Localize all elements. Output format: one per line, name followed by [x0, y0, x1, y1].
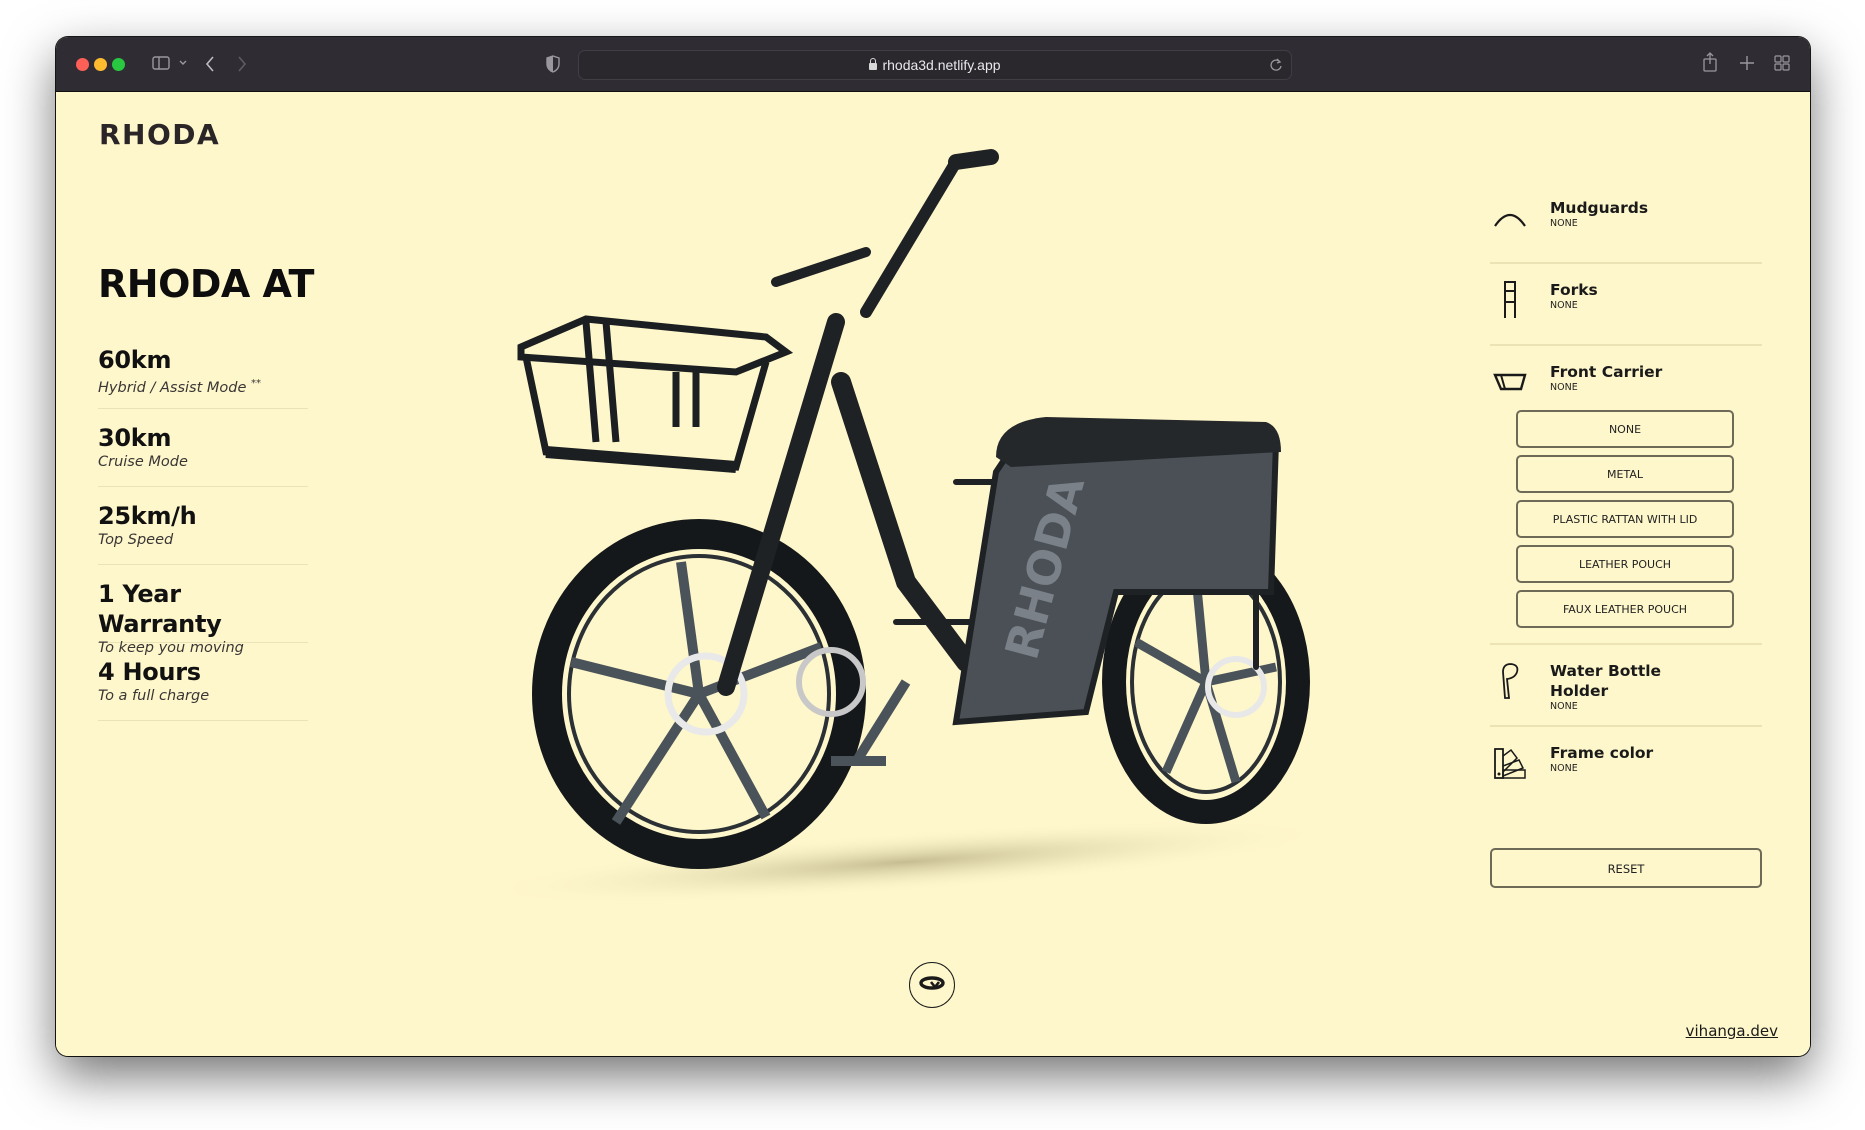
choice-none-button[interactable]: NONE: [1516, 410, 1734, 448]
carrier-choices: NONE METAL PLASTIC RATTAN WITH LID LEATH…: [1490, 402, 1762, 635]
zoom-window-button[interactable]: [112, 58, 125, 71]
bottle-holder-icon: [1492, 661, 1528, 701]
options-panel: Mudguards NONE Forks NONE Front Carrier …: [1490, 182, 1762, 807]
chevron-down-icon[interactable]: [178, 56, 188, 73]
option-value: NONE: [1550, 701, 1578, 712]
option-mudguards[interactable]: Mudguards NONE: [1490, 182, 1762, 264]
back-icon[interactable]: [204, 55, 216, 76]
choice-metal-button[interactable]: METAL: [1516, 455, 1734, 493]
browser-window: rhoda3d.netlify.app RHODA RHODA AT 60km …: [56, 37, 1810, 1056]
front-basket: [517, 315, 794, 473]
choice-plastic-rattan-button[interactable]: PLASTIC RATTAN WITH LID: [1516, 500, 1734, 538]
site-logo[interactable]: RHODA: [99, 118, 220, 151]
share-icon[interactable]: [1702, 51, 1718, 76]
new-tab-icon[interactable]: [1739, 55, 1755, 74]
option-water-bottle-holder[interactable]: Water Bottle Holder NONE: [1490, 645, 1762, 727]
option-name: Mudguards: [1550, 199, 1649, 217]
url-text: rhoda3d.netlify.app: [882, 57, 1001, 73]
model-title: RHODA AT: [98, 262, 314, 306]
lock-icon: [869, 58, 878, 70]
spec-value: 1 Year Warranty: [98, 580, 222, 638]
option-value: NONE: [1550, 300, 1578, 311]
option-name: Frame color: [1550, 744, 1654, 762]
option-frame-color[interactable]: Frame color NONE: [1490, 727, 1762, 807]
spec-label: To keep you moving: [98, 640, 244, 656]
spec-label: Hybrid / Assist Mode **: [98, 378, 262, 396]
spec-value: 25km/h: [98, 502, 197, 530]
reset-button[interactable]: RESET: [1490, 848, 1762, 888]
choice-faux-leather-pouch-button[interactable]: FAUX LEATHER POUCH: [1516, 590, 1734, 628]
spec-value: 4 Hours: [98, 658, 201, 686]
color-swatch-icon: [1492, 743, 1528, 783]
spec-item: 30km Cruise Mode: [98, 423, 308, 487]
spec-list: 60km Hybrid / Assist Mode ** 30km Cruise…: [98, 345, 308, 735]
spec-item: 25km/h Top Speed: [98, 501, 308, 565]
sidebar-icon[interactable]: [152, 55, 170, 74]
option-value: NONE: [1550, 382, 1578, 393]
reload-icon[interactable]: [1269, 57, 1283, 76]
minimize-window-button[interactable]: [94, 58, 107, 71]
shield-icon[interactable]: [546, 55, 560, 76]
choice-leather-pouch-button[interactable]: LEATHER POUCH: [1516, 545, 1734, 583]
spec-item: 1 Year Warranty To keep you moving: [98, 579, 308, 656]
address-bar[interactable]: rhoda3d.netlify.app: [578, 50, 1292, 80]
browser-titlebar: rhoda3d.netlify.app: [56, 37, 1810, 92]
spec-label: Top Speed: [98, 532, 174, 548]
bike-3d-viewer[interactable]: RHODA: [436, 122, 1366, 922]
option-value: NONE: [1550, 218, 1578, 229]
basket-icon: [1492, 362, 1528, 402]
page-content: RHODA RHODA AT 60km Hybrid / Assist Mode…: [56, 92, 1810, 1056]
option-name: Front Carrier: [1550, 363, 1663, 381]
rotate-icon: [917, 973, 947, 997]
tab-overview-icon[interactable]: [1774, 55, 1790, 74]
spec-value: 60km: [98, 346, 172, 374]
front-wheel: [532, 519, 866, 869]
option-forks[interactable]: Forks NONE: [1490, 264, 1762, 346]
credit-link[interactable]: vihanga.dev: [1686, 1022, 1778, 1040]
spec-label: Cruise Mode: [98, 454, 188, 470]
close-window-button[interactable]: [76, 58, 89, 71]
spec-label: To a full charge: [98, 688, 210, 704]
option-front-carrier[interactable]: Front Carrier NONE NONE METAL PLASTIC RA…: [1490, 346, 1762, 645]
spec-item: 4 Hours To a full charge: [98, 657, 308, 721]
rotate-button[interactable]: [909, 962, 955, 1008]
option-name: Forks: [1550, 281, 1598, 299]
option-name: Water Bottle Holder: [1550, 662, 1662, 700]
option-value: NONE: [1550, 763, 1578, 774]
spec-item: 60km Hybrid / Assist Mode **: [98, 345, 308, 409]
spec-value: 30km: [98, 424, 172, 452]
mudguard-icon: [1492, 198, 1528, 238]
forward-icon[interactable]: [236, 55, 248, 76]
fork-icon: [1492, 280, 1528, 320]
